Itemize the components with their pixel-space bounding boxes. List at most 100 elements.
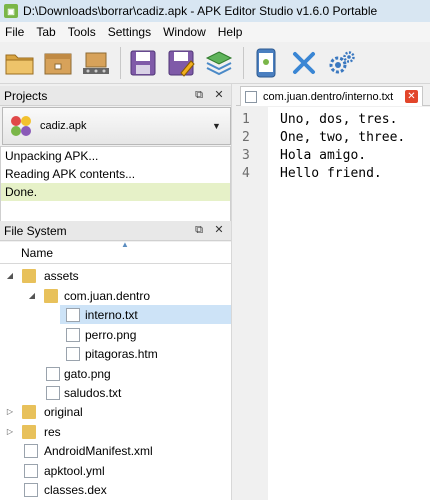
open-folder-button[interactable]	[4, 45, 36, 81]
tree-label: original	[44, 404, 83, 419]
text-file-icon	[46, 385, 60, 400]
open-apk-button[interactable]	[42, 45, 74, 81]
filesystem-panel-title: File System	[4, 223, 67, 238]
tree-label: classes.dex	[44, 482, 107, 497]
menu-help[interactable]: Help	[212, 22, 249, 42]
log-line: Unpacking APK...	[5, 149, 99, 163]
tree-label: perro.png	[85, 327, 137, 342]
close-icon	[293, 51, 315, 74]
project-apk-icon	[11, 116, 31, 136]
menu-tab[interactable]: Tab	[30, 22, 61, 42]
float-panel-icon[interactable]: ⧉	[193, 224, 205, 236]
code-line: Hola amigo.	[280, 148, 367, 163]
log-line-done: Done.	[1, 183, 230, 201]
save-as-icon	[168, 50, 195, 77]
dropdown-arrow-icon: ▼	[212, 121, 221, 131]
projects-panel-header: Projects ⧉ ✕	[0, 86, 231, 106]
folder-icon	[22, 424, 36, 439]
save-button[interactable]	[127, 45, 159, 81]
open-folder-icon	[5, 54, 34, 74]
tree-label: assets	[44, 268, 79, 283]
tree-label: gato.png	[64, 366, 111, 381]
toolbar	[0, 42, 430, 84]
name-column-header[interactable]: ▲ Name	[0, 240, 231, 264]
toolbar-separator	[120, 46, 121, 79]
menu-window[interactable]: Window	[157, 22, 212, 42]
line-number: 2	[242, 130, 250, 145]
menu-settings[interactable]: Settings	[102, 22, 157, 42]
tree-label: interno.txt	[85, 307, 138, 322]
open-apk-icon	[44, 53, 72, 74]
tree-label: res	[44, 424, 61, 439]
folder-icon	[44, 288, 58, 303]
code-line: Hello friend.	[280, 166, 382, 181]
save-as-button[interactable]	[165, 45, 197, 81]
close-panel-icon[interactable]: ✕	[213, 89, 225, 101]
sort-ascending-icon: ▲	[121, 240, 129, 249]
tree-label: AndroidManifest.xml	[44, 443, 153, 458]
collapsed-caret-icon[interactable]: ▷	[6, 427, 14, 436]
menu-file[interactable]: File	[0, 22, 30, 42]
editor-tab-label: com.juan.dentro/interno.txt	[263, 90, 394, 103]
collapsed-caret-icon[interactable]: ▷	[6, 407, 14, 416]
tree-row-androidmanifest-xml[interactable]: AndroidManifest.xml	[0, 441, 231, 460]
expanded-caret-icon[interactable]: ◢	[6, 271, 14, 280]
close-project-button[interactable]	[288, 45, 320, 81]
expanded-caret-icon[interactable]: ◢	[28, 291, 36, 300]
layers-icon	[205, 50, 233, 75]
tree-row-assets[interactable]: ◢ assets	[0, 266, 231, 285]
name-column-label: Name	[21, 245, 54, 260]
settings-button[interactable]	[326, 45, 358, 81]
device-button[interactable]	[250, 45, 282, 81]
tree-row-interno-txt[interactable]: interno.txt	[60, 305, 231, 324]
tree-row-pitagoras-htm[interactable]: pitagoras.htm	[0, 344, 231, 363]
tree-row-apktool-yml[interactable]: apktool.yml	[0, 461, 231, 480]
code-line: Uno, dos, tres.	[280, 112, 398, 127]
line-number: 4	[242, 166, 250, 181]
xml-file-icon	[24, 443, 38, 458]
install-button[interactable]	[80, 45, 112, 81]
line-number: 3	[242, 148, 250, 163]
install-icon	[83, 52, 109, 74]
tree-row-gato-png[interactable]: gato.png	[0, 364, 231, 383]
text-file-icon	[66, 307, 80, 322]
editor-tab-bar: com.juan.dentro/interno.txt ✕	[236, 84, 430, 106]
menu-bar: File Tab Tools Settings Window Help	[0, 22, 430, 42]
tree-label: com.juan.dentro	[64, 288, 151, 303]
tree-label: apktool.yml	[44, 463, 105, 478]
text-file-icon	[245, 90, 257, 103]
title-bar: ▣ D:\Downloads\borrar\cadiz.apk - APK Ed…	[0, 0, 430, 22]
close-panel-icon[interactable]: ✕	[213, 224, 225, 236]
editor-tab[interactable]: com.juan.dentro/interno.txt ✕	[240, 86, 423, 106]
image-file-icon	[66, 327, 80, 342]
save-icon	[130, 50, 156, 75]
yml-file-icon	[24, 463, 38, 478]
project-name: cadiz.apk	[40, 120, 87, 132]
folder-icon	[22, 268, 36, 283]
menu-tools[interactable]: Tools	[62, 22, 102, 42]
log-line: Reading APK contents...	[5, 167, 136, 181]
device-icon	[256, 48, 276, 77]
tree-row-classes-dex[interactable]: classes.dex	[0, 480, 231, 499]
filesystem-panel-header: File System ⧉ ✕	[0, 221, 231, 241]
folder-icon	[22, 404, 36, 419]
toolbar-separator	[243, 46, 244, 79]
settings-icon	[329, 50, 355, 73]
project-log: Unpacking APK... Reading APK contents...…	[0, 146, 231, 222]
tree-row-perro-png[interactable]: perro.png	[0, 325, 231, 344]
layers-button[interactable]	[203, 45, 235, 81]
tree-label: saludos.txt	[64, 385, 122, 400]
float-panel-icon[interactable]: ⧉	[193, 89, 205, 101]
image-file-icon	[46, 366, 60, 381]
close-tab-icon[interactable]: ✕	[405, 90, 418, 103]
tree-row-saludos-txt[interactable]: saludos.txt	[0, 383, 231, 402]
tree-row-original[interactable]: ▷ original	[0, 402, 231, 421]
project-selector[interactable]: cadiz.apk ▼	[2, 107, 231, 145]
tree-row-com-juan-dentro[interactable]: ◢ com.juan.dentro	[0, 286, 231, 305]
line-number-gutter: 1 2 3 4	[236, 107, 268, 500]
projects-panel-title: Projects	[4, 88, 48, 103]
window-title: D:\Downloads\borrar\cadiz.apk - APK Edit…	[23, 4, 378, 18]
tree-label: pitagoras.htm	[85, 346, 158, 361]
code-editor[interactable]: Uno, dos, tres. One, two, three. Hola am…	[268, 107, 430, 500]
tree-row-res[interactable]: ▷ res	[0, 422, 231, 441]
